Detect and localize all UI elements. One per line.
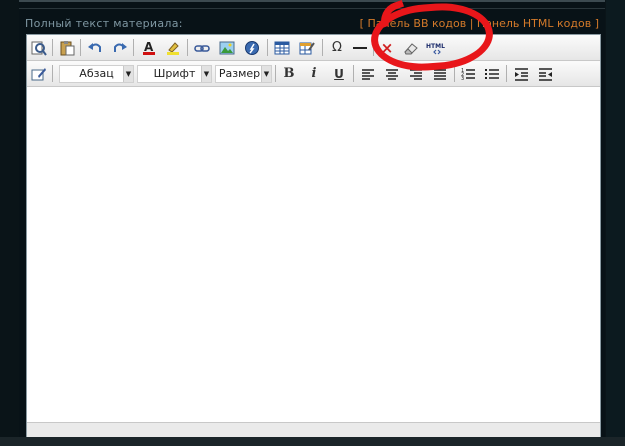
- highlight-button[interactable]: [163, 38, 183, 57]
- toolbar-separator: [454, 65, 455, 82]
- unordered-list-icon: [485, 68, 499, 79]
- outdent-icon: [539, 67, 552, 81]
- field-header: Полный текст материала: [ Панель BB кодо…: [25, 14, 601, 32]
- editor-content-area[interactable]: [27, 87, 600, 417]
- redo-button[interactable]: [110, 38, 130, 57]
- link-icon: [194, 44, 210, 52]
- outdent-button[interactable]: [535, 64, 555, 83]
- svg-text:3: 3: [461, 76, 464, 82]
- chevron-down-icon: ▼: [123, 66, 133, 82]
- ordered-list-icon: 123: [461, 68, 475, 82]
- bracket-open: [: [359, 17, 364, 30]
- top-divider: [19, 0, 605, 2]
- insert-table-button[interactable]: [272, 38, 292, 57]
- toolbar-separator: [506, 65, 507, 82]
- html-panel-link[interactable]: Панель HTML кодов: [477, 17, 591, 30]
- highlighter-icon: [167, 41, 179, 55]
- clipboard-icon: [60, 40, 75, 55]
- toolbar-row-2: Абзац ▼ Шрифт ▼ Размер ▼ B i U 1 2 3: [27, 61, 600, 87]
- preview-button[interactable]: [29, 38, 49, 57]
- insert-image-button[interactable]: [217, 38, 237, 57]
- image-icon: [219, 41, 235, 54]
- page-bottom-strip: [0, 437, 625, 446]
- toolbar-separator: [187, 39, 188, 56]
- indent-icon: [515, 67, 528, 81]
- horizontal-rule-icon: [353, 46, 367, 49]
- table-edit-icon: [299, 41, 315, 54]
- editor-status-bar: [27, 422, 600, 437]
- bold-button[interactable]: B: [279, 64, 299, 83]
- chevron-down-icon: ▼: [261, 66, 271, 82]
- toolbar-separator: [322, 39, 323, 56]
- align-left-icon: [362, 68, 374, 80]
- special-char-button[interactable]: Ω: [327, 38, 347, 57]
- insert-flash-button[interactable]: [242, 38, 262, 57]
- indent-button[interactable]: [511, 64, 531, 83]
- toolbar-separator: [275, 65, 276, 82]
- svg-text:A: A: [144, 40, 154, 54]
- page-right-edge: [606, 0, 625, 446]
- flash-icon: [245, 40, 259, 55]
- font-family-select[interactable]: Шрифт ▼: [137, 65, 212, 83]
- toolbar-separator: [133, 39, 134, 56]
- pencil-edit-icon: [31, 67, 46, 80]
- chevron-down-icon: ▼: [201, 66, 211, 82]
- undo-button[interactable]: [85, 38, 105, 57]
- align-left-button[interactable]: [358, 64, 378, 83]
- table-icon: [274, 41, 290, 54]
- paragraph-format-select[interactable]: Абзац ▼: [59, 65, 134, 83]
- paragraph-format-value: Абзац: [79, 67, 114, 80]
- font-family-value: Шрифт: [153, 67, 196, 80]
- toolbar-separator: [80, 39, 81, 56]
- magnifier-icon: [31, 41, 47, 56]
- redo-icon: [114, 42, 127, 52]
- paste-button[interactable]: [57, 38, 77, 57]
- toolbar-row-1: A Ω × HTML: [27, 35, 600, 61]
- underline-button[interactable]: U: [329, 64, 349, 83]
- text-color-button[interactable]: A: [139, 38, 159, 57]
- toolbar-separator: [52, 65, 53, 82]
- insert-link-button[interactable]: [192, 38, 212, 57]
- wysiwyg-editor: A Ω × HTML Абзац ▼ Шрифт ▼ Размер ▼ B i …: [26, 34, 601, 438]
- toolbar-separator: [267, 39, 268, 56]
- align-center-icon: [386, 68, 398, 80]
- toolbar-separator: [52, 39, 53, 56]
- top-divider-secondary: [19, 8, 605, 9]
- bracket-close: ]: [594, 17, 599, 30]
- undo-icon: [88, 42, 101, 52]
- edit-style-button[interactable]: [29, 64, 49, 83]
- italic-button[interactable]: i: [304, 64, 324, 83]
- page-frame: Полный текст материала: [ Панель BB кодо…: [19, 0, 605, 446]
- field-label: Полный текст материала:: [25, 17, 183, 30]
- table-properties-button[interactable]: [297, 38, 317, 57]
- text-color-icon: A: [143, 40, 155, 55]
- ordered-list-button[interactable]: 123: [458, 64, 478, 83]
- font-size-select[interactable]: Размер ▼: [215, 65, 272, 83]
- horizontal-rule-button[interactable]: [350, 38, 370, 57]
- toolbar-separator: [353, 65, 354, 82]
- unordered-list-button[interactable]: [482, 64, 502, 83]
